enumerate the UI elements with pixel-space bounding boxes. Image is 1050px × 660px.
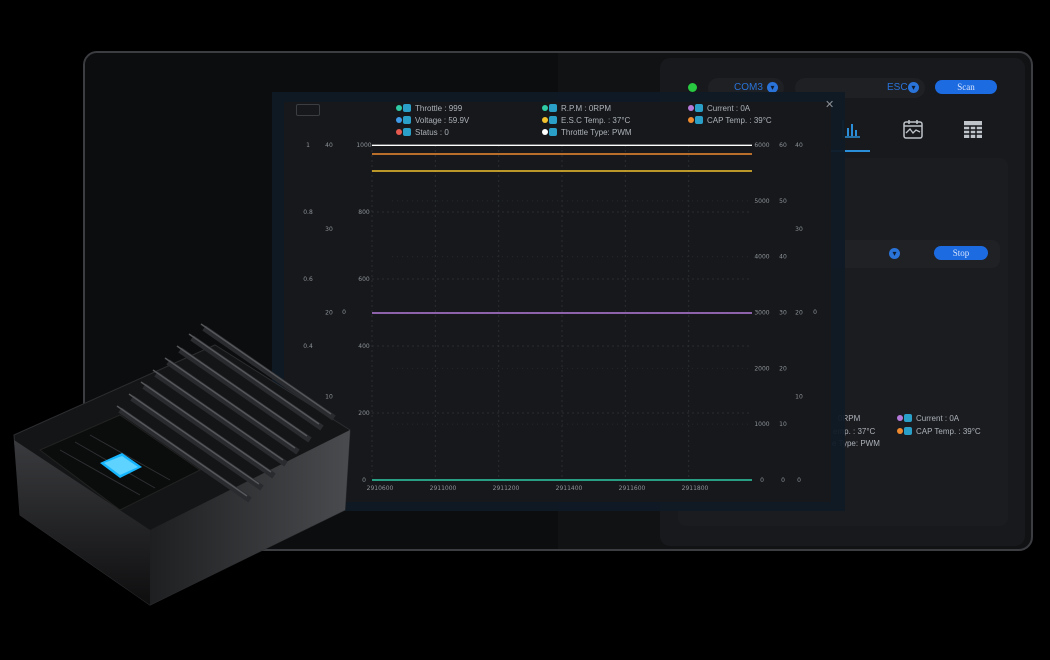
x-tick-label: 2911800 [682, 485, 709, 492]
axis-tick-label: 0.8 [303, 209, 313, 216]
axis-tick-label: 2000 [754, 365, 769, 372]
axis-tick-label: 600 [358, 276, 370, 283]
axis-tick-label: 3000 [754, 310, 769, 317]
axis-tick-label: 10 [779, 421, 787, 428]
x-tick-label: 2911400 [556, 485, 583, 492]
axis-tick-label: 0.6 [303, 276, 313, 283]
axis-tick-label: 30 [795, 226, 803, 233]
axis-tick-label: 800 [358, 209, 370, 216]
axis-tick-label: 4000 [754, 254, 769, 261]
axis-tick-label: 40 [325, 142, 333, 149]
esc-heatsink-image [13, 323, 351, 606]
axis-tick-label: 0 [797, 477, 801, 484]
axis-tick-label: 0 [813, 309, 817, 316]
x-tick-label: 2911000 [430, 485, 457, 492]
axis-tick-label: 40 [795, 142, 803, 149]
x-tick-label: 2910600 [367, 485, 394, 492]
axis-tick-label: 0 [362, 477, 366, 484]
axis-tick-label: 40 [779, 254, 787, 261]
axis-tick-label: 10 [795, 393, 803, 400]
x-tick-label: 2911200 [493, 485, 520, 492]
axis-tick-label: 5000 [754, 198, 769, 205]
axis-tick-label: 50 [779, 198, 787, 205]
axis-tick-label: 60 [779, 142, 787, 149]
axis-tick-label: 20 [795, 310, 803, 317]
axis-tick-label: 20 [779, 365, 787, 372]
axis-tick-label: 30 [779, 310, 787, 317]
axis-tick-label: 200 [358, 410, 370, 417]
x-tick-label: 2911600 [619, 485, 646, 492]
axis-tick-label: 1000 [754, 421, 769, 428]
axis-tick-label: 1000 [356, 142, 371, 149]
axis-tick-label: 6000 [754, 142, 769, 149]
axis-tick-label: 0 [760, 477, 764, 484]
axis-tick-label: 1 [306, 142, 310, 149]
axis-tick-label: 30 [325, 226, 333, 233]
axis-tick-label: 400 [358, 343, 370, 350]
axis-tick-label: 0 [781, 477, 785, 484]
